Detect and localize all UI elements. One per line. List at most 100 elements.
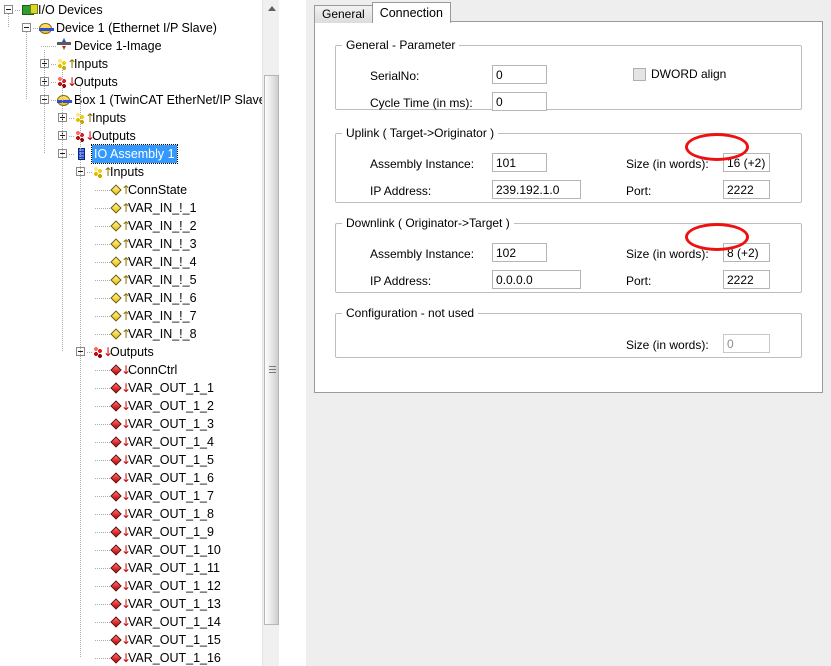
- tab-general[interactable]: General: [314, 5, 373, 23]
- tree-item[interactable]: I/O Devices: [0, 1, 262, 19]
- tree-item[interactable]: ↓ VAR_OUT_1_1: [0, 379, 262, 397]
- tree-item[interactable]: ↑ VAR_IN_!_6: [0, 289, 262, 307]
- scroll-up-arrow-icon[interactable]: [263, 0, 279, 17]
- scrollbar-grip-icon: [269, 366, 276, 373]
- tree-connector: [95, 658, 104, 659]
- uplink-assembly-instance-input[interactable]: [492, 153, 547, 172]
- tree-item[interactable]: IO Assembly 1: [0, 144, 262, 164]
- downlink-ip-address-label: IP Address:: [370, 274, 432, 288]
- tree-item[interactable]: ↓ Outputs: [0, 73, 262, 91]
- tree-item[interactable]: ↓ VAR_OUT_1_12: [0, 577, 262, 595]
- uplink-size-input[interactable]: [723, 153, 770, 172]
- io-tree-pane[interactable]: I/O Devices Device 1 (Ethernet I/P Slave)…: [0, 0, 279, 666]
- tree-item-label: VAR_IN_!_2: [128, 219, 197, 233]
- collapse-icon[interactable]: [22, 23, 31, 32]
- io-devices-icon: [20, 2, 38, 18]
- configuration-size-input[interactable]: [723, 334, 770, 353]
- output-var-icon: ↓: [110, 632, 131, 648]
- uplink-port-input[interactable]: [723, 180, 770, 199]
- tree-item[interactable]: ↑ VAR_IN_!_4: [0, 253, 262, 271]
- tree-item-label: Inputs: [92, 111, 127, 125]
- tree-item[interactable]: ↓ Outputs: [0, 127, 262, 145]
- tree-item[interactable]: ↑ VAR_IN_!_3: [0, 235, 262, 253]
- tree-item-label: VAR_OUT_1_13: [128, 597, 221, 611]
- tree-item[interactable]: ↑ Inputs: [0, 163, 262, 181]
- tree-item[interactable]: ↓ VAR_OUT_1_2: [0, 397, 262, 415]
- tree-item[interactable]: ↑ VAR_IN_!_2: [0, 217, 262, 235]
- tree-item[interactable]: ↑ ConnState: [0, 181, 262, 199]
- configuration-legend: Configuration - not used: [346, 306, 475, 320]
- uplink-ip-address-input[interactable]: [492, 180, 581, 199]
- tree-connector: [95, 478, 104, 479]
- downlink-ip-address-input[interactable]: [492, 270, 581, 289]
- pane-splitter[interactable]: [296, 0, 306, 666]
- output-var-icon: ↓: [110, 362, 131, 378]
- tree-item[interactable]: ↑ VAR_IN_!_5: [0, 271, 262, 289]
- tree-item[interactable]: ↓ VAR_OUT_1_15: [0, 631, 262, 649]
- tree-item[interactable]: ↓ Outputs: [0, 343, 262, 361]
- tree-item[interactable]: Device 1-Image: [0, 37, 262, 55]
- tree-item[interactable]: ↓ VAR_OUT_1_16: [0, 649, 262, 666]
- tree-item[interactable]: ↓ VAR_OUT_1_11: [0, 559, 262, 577]
- tree-connector: [95, 496, 104, 497]
- downlink-port-input[interactable]: [723, 270, 770, 289]
- tree-item[interactable]: ↓ VAR_OUT_1_9: [0, 523, 262, 541]
- tree-connector: [95, 640, 104, 641]
- tree-connector: [95, 226, 104, 227]
- tree-item[interactable]: ↑ VAR_IN_!_8: [0, 325, 262, 343]
- tree-item[interactable]: ↓ VAR_OUT_1_4: [0, 433, 262, 451]
- tree-item[interactable]: ↓ VAR_OUT_1_10: [0, 541, 262, 559]
- tree-item[interactable]: Device 1 (Ethernet I/P Slave): [0, 19, 262, 37]
- cycle-time-input[interactable]: [492, 92, 547, 111]
- tree-connector: [95, 550, 104, 551]
- tree-item[interactable]: ↑ VAR_IN_!_7: [0, 307, 262, 325]
- input-var-icon: ↑: [110, 290, 131, 306]
- output-var-icon: ↓: [110, 452, 131, 468]
- scrollbar-thumb[interactable]: [264, 75, 279, 625]
- tree-item[interactable]: ↓ ConnCtrl: [0, 361, 262, 379]
- tree-item-label: VAR_IN_!_8: [128, 327, 197, 341]
- tree-item[interactable]: ↑ VAR_IN_!_1: [0, 199, 262, 217]
- tree-item-label: VAR_OUT_1_5: [128, 453, 214, 467]
- serialno-label: SerialNo:: [370, 69, 420, 83]
- tree-connector: [95, 514, 104, 515]
- tree-item[interactable]: ↓ VAR_OUT_1_5: [0, 451, 262, 469]
- tree-item-label: VAR_OUT_1_16: [128, 651, 221, 665]
- tree-item[interactable]: Box 1 (TwinCAT EtherNet/IP Slave): [0, 91, 270, 109]
- collapse-icon[interactable]: [4, 5, 13, 14]
- output-var-icon: ↓: [110, 596, 131, 612]
- tree-item[interactable]: ↓ VAR_OUT_1_3: [0, 415, 262, 433]
- tree-item[interactable]: ↑ Inputs: [0, 55, 262, 73]
- dword-align-checkbox[interactable]: DWORD align: [633, 67, 726, 81]
- tree-connector: [41, 46, 50, 47]
- tree-item[interactable]: ↓ VAR_OUT_1_7: [0, 487, 262, 505]
- tree-connector: [95, 622, 104, 623]
- tree-connector: [62, 68, 63, 352]
- tree-item-label: VAR_OUT_1_11: [128, 561, 220, 575]
- tree-item[interactable]: ↓ VAR_OUT_1_8: [0, 505, 262, 523]
- io-device-tree[interactable]: I/O Devices Device 1 (Ethernet I/P Slave)…: [0, 0, 279, 666]
- tree-item-label: ConnCtrl: [128, 363, 178, 377]
- tab-connection[interactable]: Connection: [371, 2, 451, 23]
- downlink-size-input[interactable]: [723, 243, 770, 262]
- uplink-ip-address-label: IP Address:: [370, 184, 432, 198]
- general-parameter-legend: General - Parameter: [346, 38, 456, 52]
- tree-vertical-scrollbar[interactable]: [262, 0, 279, 666]
- tree-connector: [95, 424, 104, 425]
- tree-connector: [95, 586, 104, 587]
- tree-item-label: Device 1 (Ethernet I/P Slave): [56, 21, 217, 35]
- tree-item-label: Outputs: [92, 129, 136, 143]
- serialno-input[interactable]: [492, 65, 547, 84]
- tree-item[interactable]: ↓ VAR_OUT_1_13: [0, 595, 262, 613]
- tree-connector: [26, 32, 27, 100]
- output-var-icon: ↓: [110, 398, 131, 414]
- tree-item[interactable]: ↓ VAR_OUT_1_14: [0, 613, 262, 631]
- tree-connector: [95, 370, 104, 371]
- tree-connector: [95, 604, 104, 605]
- tree-item[interactable]: ↓ VAR_OUT_1_6: [0, 469, 262, 487]
- uplink-port-label: Port:: [626, 184, 652, 198]
- properties-pane: General Connection General - Parameter S…: [306, 0, 831, 666]
- downlink-assembly-instance-input[interactable]: [492, 243, 547, 262]
- tree-item[interactable]: ↑ Inputs: [0, 109, 262, 127]
- downlink-legend: Downlink ( Originator->Target ): [346, 216, 510, 230]
